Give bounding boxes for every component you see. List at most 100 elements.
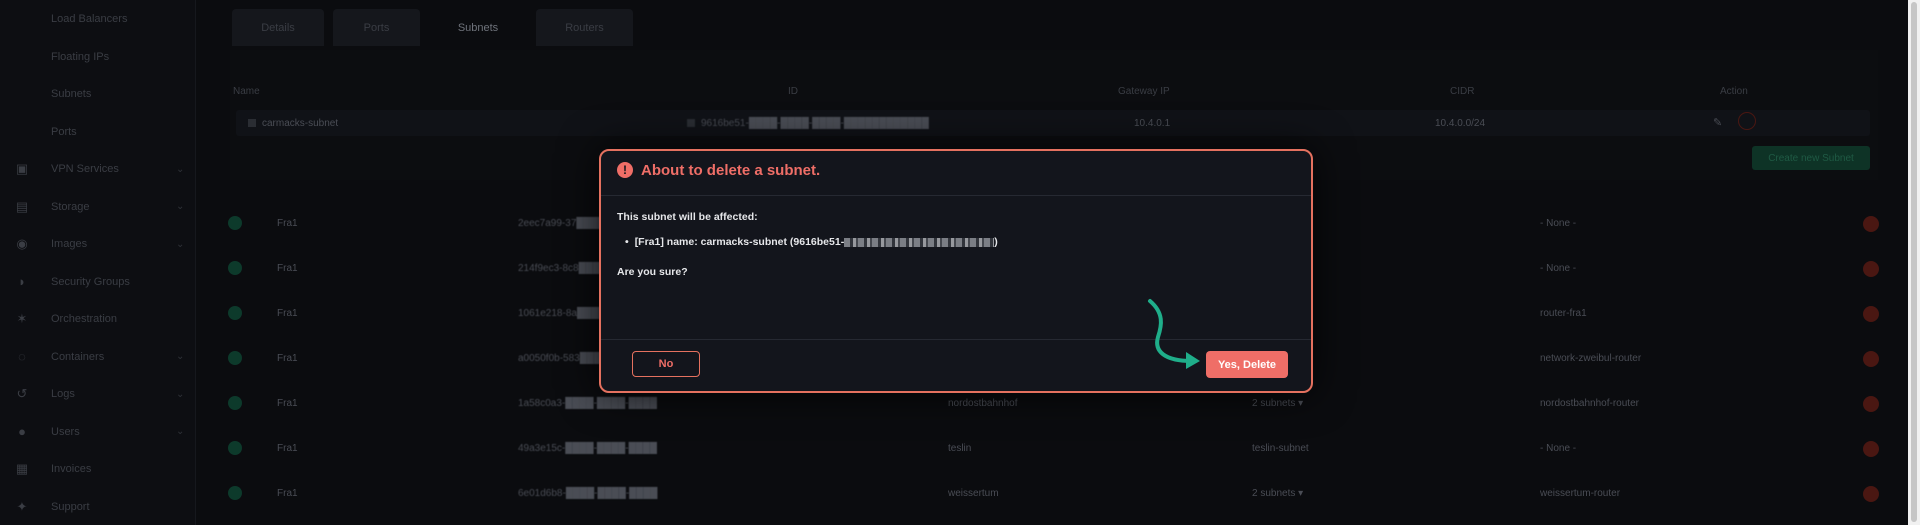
invoice-icon: ▦ <box>15 461 29 476</box>
check-icon <box>228 441 242 455</box>
delete-network-button[interactable] <box>1863 351 1879 367</box>
create-subnet-button[interactable]: Create new Subnet <box>1752 146 1870 170</box>
page-scrollbar[interactable] <box>1908 0 1920 525</box>
bullet: • <box>625 236 629 248</box>
network-id-cell: 49a3e15c-████-████-████ <box>518 443 657 454</box>
subnet-cidr: 10.4.0.0/24 <box>1435 118 1486 129</box>
region-cell: Fra1 <box>277 353 298 364</box>
network-name-cell: nordostbahnhof <box>948 398 1018 409</box>
delete-network-button[interactable] <box>1863 306 1879 322</box>
network-name-cell: teslin <box>948 443 972 454</box>
network-id-cell: 2eec7a99-37████ <box>518 218 605 229</box>
region-cell: Fra1 <box>277 398 298 409</box>
check-icon <box>228 351 242 365</box>
delete-network-button[interactable] <box>1863 486 1879 502</box>
region-cell: Fra1 <box>277 488 298 499</box>
router-cell: router-fra1 <box>1540 308 1587 319</box>
network-id-cell: 1a58c0a3-████-████-████ <box>518 398 657 409</box>
subnets-cell: 2 subnets ▾ <box>1252 488 1304 499</box>
sidebar-item-floating-ips[interactable]: Floating IPs <box>0 42 195 72</box>
sidebar-item-label: Support <box>51 500 90 513</box>
sidebar-item-label: Users <box>51 425 80 438</box>
check-icon <box>228 306 242 320</box>
sidebar-item-logs[interactable]: ↺ Logs ⌄ <box>0 379 195 409</box>
globe-icon: ◌ <box>18 349 26 364</box>
delete-network-button[interactable] <box>1863 216 1879 232</box>
sidebar-item-label: Ports <box>51 125 77 138</box>
affected-item: • [Fra1] name: carmacks-subnet (9616be51-… <box>625 236 998 248</box>
sidebar-item-ports[interactable]: Ports <box>0 117 195 147</box>
support-icon: ✦ <box>16 498 28 514</box>
delete-network-button[interactable] <box>1863 441 1879 457</box>
sidebar-item-label: Storage <box>51 200 90 213</box>
sidebar-item-subnets[interactable]: Subnets <box>0 79 195 109</box>
tab-details[interactable]: Details <box>232 9 324 46</box>
chevron-down-icon: ⌄ <box>176 238 185 250</box>
confirm-question: Are you sure? <box>617 266 688 278</box>
sidebar-item-label: Invoices <box>51 463 92 475</box>
subnet-name-text: carmacks-subnet <box>262 118 339 129</box>
check-icon <box>228 261 242 275</box>
router-cell: - None - <box>1540 443 1577 454</box>
sidebar-item-label: Logs <box>51 388 75 400</box>
network-name-cell: weissertum <box>948 488 999 499</box>
router-cell: - None - <box>1540 218 1577 229</box>
check-icon <box>228 396 242 410</box>
sidebar-item-support[interactable]: ✦ Support <box>0 492 195 522</box>
router-cell: network-zweibul-router <box>1540 353 1642 364</box>
region-cell: Fra1 <box>277 308 298 319</box>
subnets-cell: 2 subnets ▾ <box>1252 398 1304 409</box>
sidebar-item-users[interactable]: ● Users ⌄ <box>0 417 195 447</box>
region-cell: Fra1 <box>277 218 298 229</box>
sidebar-item-label: Orchestration <box>51 313 118 325</box>
affected-item-suffix: ) <box>994 236 998 248</box>
sidebar-item-invoices[interactable]: ▦ Invoices <box>0 454 195 484</box>
table-row: Fra1 6e01d6b8-████-████-████ weissertum 2 s… <box>220 474 1890 514</box>
lock-icon: ▣ <box>15 161 29 176</box>
network-id-cell: 6e01d6b8-████-████-████ <box>518 488 658 499</box>
subnet-id: 9616be51-████-████-████-████████████ <box>687 118 929 129</box>
sidebar-item-orchestration[interactable]: ✶ Orchestration <box>0 304 195 334</box>
history-icon: ↺ <box>16 386 28 401</box>
tab-ports[interactable]: Ports <box>333 9 420 46</box>
region-cell: Fra1 <box>277 443 298 454</box>
dialog-title: About to delete a subnet. <box>641 162 821 179</box>
sidebar-item-vpn-services[interactable]: ▣ VPN Services ⌄ <box>0 154 195 184</box>
sidebar-item-label: Subnets <box>51 88 92 100</box>
alert-icon: ! <box>617 162 633 178</box>
annotation-arrow-icon <box>1148 299 1200 369</box>
scrollbar-thumb[interactable] <box>1911 2 1917 522</box>
chevron-down-icon: ⌄ <box>176 163 185 175</box>
column-header-cidr: CIDR <box>1450 86 1475 97</box>
subnet-gateway: 10.4.0.1 <box>1134 118 1171 129</box>
column-header-id: ID <box>788 86 798 97</box>
tab-routers[interactable]: Routers <box>536 9 633 46</box>
table-row <box>236 110 1870 136</box>
edit-icon[interactable]: ✎ <box>1713 116 1722 129</box>
sidebar-item-label: Security Groups <box>51 275 130 288</box>
delete-network-button[interactable] <box>1863 261 1879 277</box>
check-icon <box>228 216 242 230</box>
check-icon <box>228 486 242 500</box>
sidebar-item-security-groups[interactable]: ◗ Security Groups <box>0 267 195 297</box>
delete-network-button[interactable] <box>1863 396 1879 412</box>
column-header-name: Name <box>233 86 260 97</box>
sidebar-item-storage[interactable]: ▤ Storage ⌄ <box>0 192 195 222</box>
network-id-cell: a0050f0b-583████ <box>518 353 609 364</box>
subnet-id-text: 9616be51-████-████-████-████████████ <box>701 118 929 129</box>
copy-icon[interactable] <box>687 119 695 128</box>
yes-delete-button[interactable]: Yes, Delete <box>1206 351 1288 378</box>
router-cell: nordostbahnhof-router <box>1540 398 1639 409</box>
chevron-down-icon: ⌄ <box>176 351 185 362</box>
sidebar-item-images[interactable]: ◉ Images ⌄ <box>0 229 195 259</box>
router-cell: weissertum-router <box>1540 488 1621 499</box>
sidebar-item-load-balancers[interactable]: Load Balancers <box>0 4 195 34</box>
subnet-icon <box>248 119 256 128</box>
delete-subnet-button[interactable] <box>1738 112 1756 130</box>
router-cell: - None - <box>1540 263 1577 274</box>
tab-subnets[interactable]: Subnets <box>428 9 528 46</box>
no-button[interactable]: No <box>632 351 700 377</box>
sidebar-item-containers[interactable]: ◌ Containers ⌄ <box>0 342 195 372</box>
chevron-down-icon: ⌄ <box>176 426 185 437</box>
user-icon: ● <box>18 424 26 439</box>
